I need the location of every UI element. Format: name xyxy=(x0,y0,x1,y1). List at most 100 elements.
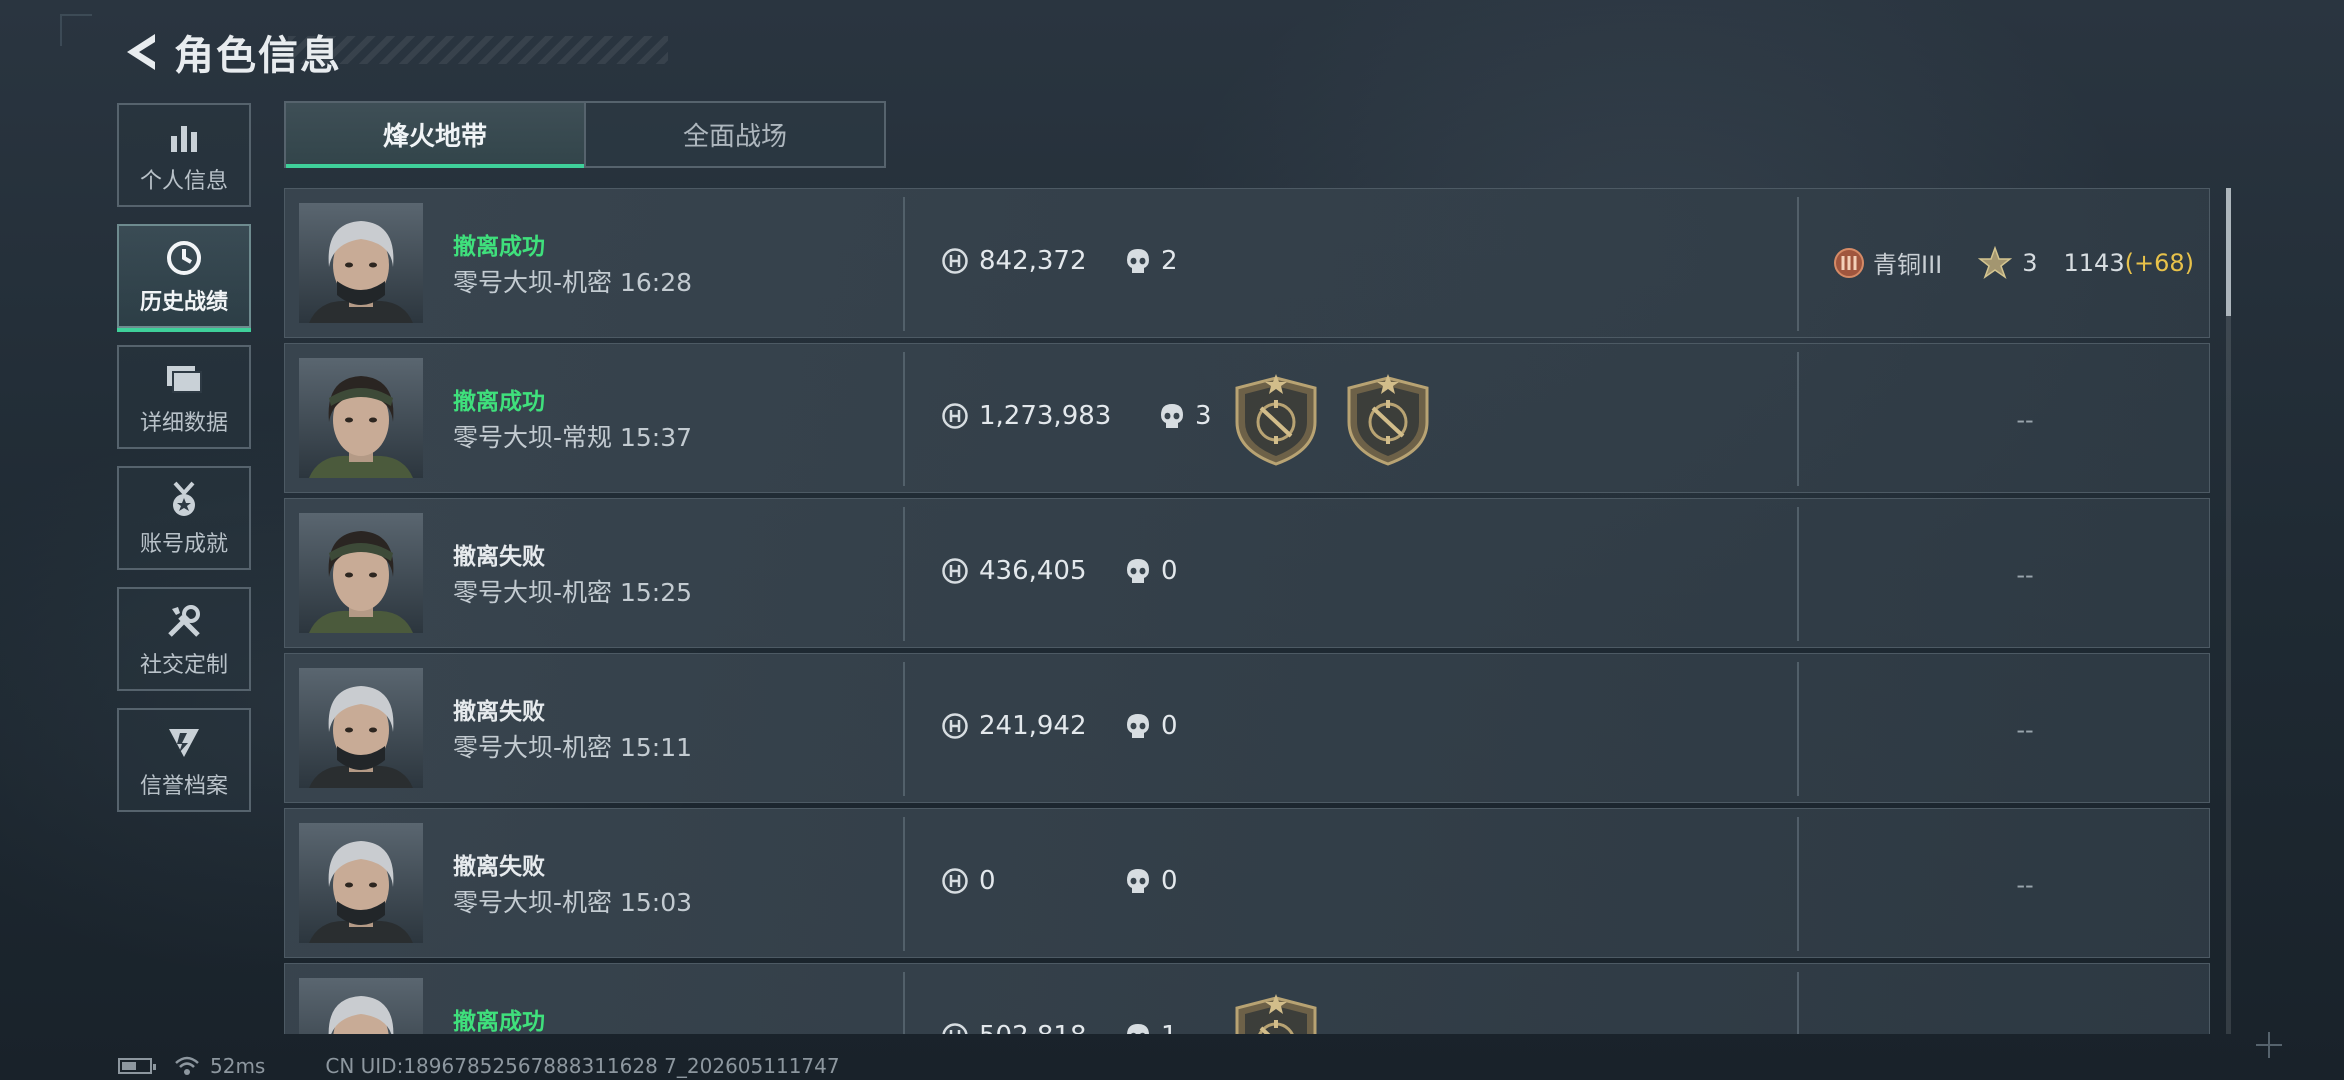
medal-icon xyxy=(167,478,201,522)
divider xyxy=(1797,197,1799,331)
divider xyxy=(903,197,905,331)
loot-value: 842,372 xyxy=(941,246,1087,276)
sidebar-item-social[interactable]: 社交定制 xyxy=(117,587,251,691)
rank-placeholder: -- xyxy=(2016,406,2034,434)
divider xyxy=(1797,352,1799,486)
page-header: 角色信息 xyxy=(118,22,668,82)
kill-count: 2 xyxy=(1125,246,1178,276)
loot-value-text: 842,372 xyxy=(979,246,1087,276)
match-time: 16:28 xyxy=(619,268,693,297)
achievement-badge-icon[interactable] xyxy=(1343,374,1433,466)
operator-avatar xyxy=(299,358,423,478)
map-name: 零号大坝-机密 xyxy=(453,733,613,762)
divider xyxy=(903,817,905,951)
operator-avatar xyxy=(299,978,423,1034)
loot-value: 436,405 xyxy=(941,556,1087,586)
sidebar-item-label: 历史战绩 xyxy=(139,290,228,315)
skull-icon xyxy=(1127,1024,1149,1034)
achievement-badge-icon[interactable] xyxy=(1231,994,1321,1034)
folder-icon xyxy=(165,357,203,401)
sidebar-item-achievements[interactable]: 账号成就 xyxy=(117,466,251,570)
kill-count-text: 2 xyxy=(1161,246,1178,276)
divider xyxy=(903,352,905,486)
corner-decoration xyxy=(60,14,92,46)
kill-count-text: 0 xyxy=(1161,556,1178,586)
mode-tabs: 烽火地带 全面战场 xyxy=(284,101,886,168)
match-time: 15:03 xyxy=(619,888,693,917)
match-record-row[interactable]: 撤离失败 零号大坝-机密 15:11 241,942 0 -- xyxy=(284,653,2210,803)
match-record-row[interactable]: 撤离成功 502,818 1 xyxy=(284,963,2210,1034)
wifi-icon xyxy=(175,1056,199,1075)
extraction-status: 撤离失败 xyxy=(453,544,545,570)
crosshair-decoration xyxy=(2256,1032,2282,1058)
map-and-time: 零号大坝-常规 15:37 xyxy=(453,418,692,454)
map-name: 零号大坝-机密 xyxy=(453,888,613,917)
skull-icon xyxy=(1127,249,1149,273)
loot-value-text: 0 xyxy=(979,866,996,896)
skull-icon xyxy=(1127,559,1149,583)
match-time: 15:11 xyxy=(619,733,693,762)
scrollbar-thumb[interactable] xyxy=(2226,188,2231,316)
title-decoration xyxy=(288,36,668,64)
match-record-row[interactable]: 撤离失败零号大坝-机密 15:25 436,405 0 -- xyxy=(284,498,2210,648)
rank-score: 1143 xyxy=(2063,248,2125,277)
match-time: 15:25 xyxy=(619,578,693,607)
sidebar-item-history[interactable]: 历史战绩 xyxy=(117,224,251,332)
rank-placeholder: -- xyxy=(2016,561,2034,589)
extraction-status: 撤离失败 xyxy=(453,854,545,880)
match-record-row[interactable]: 撤离成功 零号大坝-机密 16:28 842,372 2 青铜III 3 1143 (+68) xyxy=(284,188,2210,338)
sidebar: 个人信息 历史战绩 详细数据 账号成就 社交定制 信誉档案 xyxy=(117,103,255,829)
skull-icon xyxy=(1161,404,1183,428)
extraction-status: 撤离失败 xyxy=(453,699,545,725)
scrollbar[interactable] xyxy=(2226,188,2231,1034)
bar-chart-icon xyxy=(167,115,201,159)
battery-icon xyxy=(118,1058,156,1074)
kill-count-text: 3 xyxy=(1195,401,1212,431)
bronze-rank-icon xyxy=(1834,247,1864,278)
divider xyxy=(1797,662,1799,796)
operator-avatar xyxy=(299,668,423,788)
sidebar-item-label: 信誉档案 xyxy=(139,774,228,799)
loot-value: 502,818 xyxy=(941,1021,1087,1034)
loot-value: 241,942 xyxy=(941,711,1087,741)
credit-shield-icon xyxy=(167,720,201,764)
coin-icon xyxy=(942,248,968,274)
match-history-list[interactable]: 撤离成功 零号大坝-机密 16:28 842,372 2 青铜III 3 1143 (+68)… xyxy=(284,188,2212,1034)
clock-icon xyxy=(165,236,203,280)
tools-icon xyxy=(166,599,202,643)
coin-icon xyxy=(942,713,968,739)
skull-icon xyxy=(1127,714,1149,738)
coin-icon xyxy=(942,403,968,429)
loot-value-text: 502,818 xyxy=(979,1021,1087,1034)
map-and-time: 零号大坝-机密 15:03 xyxy=(453,883,692,919)
match-record-row[interactable]: 撤离成功 零号大坝-常规 15:37 1,273,983 3 -- xyxy=(284,343,2210,493)
tab-fenghuo-zone[interactable]: 烽火地带 xyxy=(286,103,584,168)
back-button[interactable] xyxy=(118,29,164,75)
rank-placeholder: -- xyxy=(2016,871,2034,899)
tab-full-battlefield[interactable]: 全面战场 xyxy=(584,103,884,166)
loot-value-text: 1,273,983 xyxy=(979,401,1112,431)
sidebar-item-label: 个人信息 xyxy=(139,169,228,194)
divider xyxy=(903,662,905,796)
sidebar-item-credit[interactable]: 信誉档案 xyxy=(117,708,251,812)
kill-count-text: 0 xyxy=(1161,711,1178,741)
loot-value-text: 436,405 xyxy=(979,556,1087,586)
match-time: 15:37 xyxy=(619,423,693,452)
coin-icon xyxy=(942,1023,968,1034)
ping-text: 52ms xyxy=(210,1054,266,1078)
match-record-row[interactable]: 撤离失败 零号大坝-机密 15:03 0 0 -- xyxy=(284,808,2210,958)
sidebar-item-personal-info[interactable]: 个人信息 xyxy=(117,103,251,207)
loot-value: 0 xyxy=(941,866,996,896)
divider xyxy=(903,972,905,1034)
divider xyxy=(1797,817,1799,951)
sidebar-item-label: 详细数据 xyxy=(139,411,228,436)
operator-avatar xyxy=(299,203,423,323)
map-name: 零号大坝-机密 xyxy=(453,578,613,607)
kill-count: 0 xyxy=(1125,556,1178,586)
sidebar-item-detail-data[interactable]: 详细数据 xyxy=(117,345,251,449)
achievement-badge-icon[interactable] xyxy=(1231,374,1321,466)
operator-avatar xyxy=(299,823,423,943)
sidebar-item-label: 账号成就 xyxy=(139,532,228,557)
map-and-time: 零号大坝-机密 15:25 xyxy=(453,573,692,609)
divider xyxy=(1797,972,1799,1034)
